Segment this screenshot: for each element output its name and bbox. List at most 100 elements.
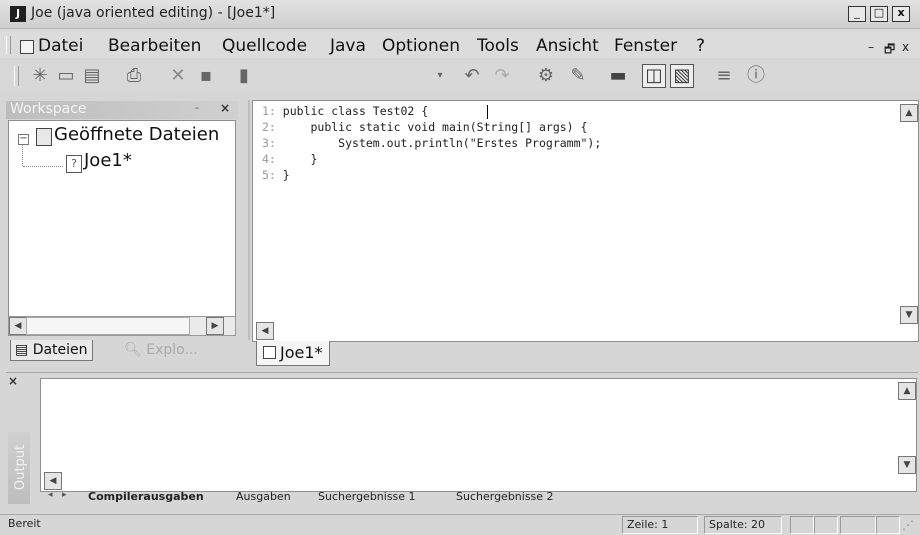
tree-item-joe1[interactable]: Joe1*	[84, 150, 132, 171]
scroll-thumb[interactable]	[26, 317, 190, 335]
scroll-up-button[interactable]: ▲	[898, 382, 916, 400]
code-text: public static void main(String[] args) {	[282, 120, 588, 134]
mdi-minimize-button[interactable]: –	[868, 40, 874, 54]
close-button[interactable]: x	[892, 6, 910, 22]
open-folder-icon[interactable]: ▭	[54, 64, 78, 88]
text-caret	[487, 105, 488, 119]
tab-dateien[interactable]: ▤ Dateien	[10, 340, 93, 361]
scroll-down-button[interactable]: ▼	[900, 306, 918, 324]
save-icon[interactable]: ▤	[80, 64, 104, 88]
tree-root-label[interactable]: Geöffnete Dateien	[54, 124, 234, 145]
editor-tab-joe1[interactable]: Joe1*	[256, 341, 330, 366]
toolbar-grip[interactable]	[14, 66, 19, 86]
code-line: 4: }	[262, 152, 317, 166]
tab-compilerausgaben[interactable]: Compilerausgaben	[88, 488, 204, 506]
menu-grip[interactable]	[6, 36, 11, 54]
line-number: 3:	[262, 136, 276, 150]
open-files-icon	[36, 128, 52, 146]
workspace-title: Workspace	[10, 101, 87, 117]
scroll-right-button[interactable]: ▶	[206, 317, 224, 335]
code-text: }	[282, 152, 318, 166]
new-file-icon[interactable]: ✳	[28, 64, 52, 88]
collapse-icon[interactable]: −	[18, 134, 29, 145]
tree-connector	[22, 144, 24, 166]
line-number: 5:	[262, 168, 276, 182]
code-line: 3: System.out.println("Erstes Programm")…	[262, 136, 601, 150]
tree-connector	[23, 166, 63, 168]
status-bar	[0, 514, 920, 535]
menu-bearbeiten[interactable]: Bearbeiten	[108, 36, 201, 56]
status-cell	[876, 516, 900, 534]
menu-help[interactable]: ?	[696, 36, 705, 56]
tab-suchergebnisse-2[interactable]: Suchergebnisse 2	[456, 488, 554, 506]
copy-icon[interactable]: ▪	[194, 64, 218, 88]
workspace-close-button[interactable]: ×	[220, 101, 230, 115]
pin-icon[interactable]: ‐	[195, 101, 199, 114]
brush-icon[interactable]: ✎	[566, 64, 590, 88]
maximize-button[interactable]: □	[870, 6, 888, 22]
resize-grip-icon[interactable]: ⋰	[902, 518, 914, 532]
dropdown-icon[interactable]: ▾	[428, 64, 452, 88]
tab-explorer[interactable]: 🔍︎ Explo...	[120, 340, 202, 360]
menu-fenster[interactable]: Fenster	[614, 36, 677, 56]
status-cell	[814, 516, 838, 534]
unknown-file-icon: ?	[66, 155, 82, 173]
scroll-left-button[interactable]: ◀	[9, 317, 27, 335]
mdi-close-button[interactable]: x	[902, 40, 909, 54]
tab-scroll-right-icon[interactable]: ▸	[62, 490, 67, 500]
code-line: 1: public class Test02 {	[262, 104, 428, 118]
output-title: Output	[13, 444, 29, 491]
scroll-down-button[interactable]: ▼	[898, 456, 916, 474]
image-icon[interactable]: ▧	[670, 64, 694, 88]
line-indicator: Zeile: 1	[622, 516, 698, 534]
settings-icon[interactable]: ⚙	[534, 64, 558, 88]
column-indicator: Spalte: 20	[704, 516, 782, 534]
menu-ansicht[interactable]: Ansicht	[536, 36, 599, 56]
minimize-button[interactable]: _	[848, 6, 866, 22]
scroll-left-button[interactable]: ◀	[256, 322, 274, 340]
menu-datei[interactable]: Datei	[38, 36, 83, 56]
paste-icon[interactable]: ▮	[232, 64, 256, 88]
code-text: System.out.println("Erstes Programm");	[282, 136, 602, 150]
delete-icon[interactable]: ✕	[166, 64, 190, 88]
output-text-area[interactable]	[40, 378, 917, 492]
redo-icon[interactable]: ↷	[490, 64, 514, 88]
print-icon[interactable]: ⎙	[122, 64, 146, 88]
line-number: 4:	[262, 152, 276, 166]
document-icon	[263, 346, 276, 359]
tab-scroll-left-icon[interactable]: ◂	[48, 490, 53, 500]
scroll-left-button[interactable]: ◀	[44, 472, 62, 490]
code-text: public class Test02 {	[282, 104, 429, 118]
status-cell	[840, 516, 876, 534]
output-close-button[interactable]: ×	[8, 374, 18, 388]
code-line: 5: }	[262, 168, 290, 182]
code-text: }	[282, 168, 290, 182]
splitter[interactable]	[248, 100, 250, 340]
menu-tools[interactable]: Tools	[477, 36, 519, 56]
code-line: 2: public static void main(String[] args…	[262, 120, 587, 134]
editor-tab-label: Joe1*	[280, 343, 323, 362]
list-icon[interactable]: ≡	[712, 64, 736, 88]
files-icon: ▤	[15, 342, 33, 358]
mdi-restore-button[interactable]: 🗗	[884, 40, 895, 61]
info-icon[interactable]: ⓘ	[744, 64, 768, 88]
monitor-icon[interactable]: ▬	[606, 64, 630, 88]
app-icon: J	[10, 6, 26, 22]
menu-java[interactable]: Java	[330, 36, 366, 56]
line-number: 1:	[262, 104, 276, 118]
status-cell	[790, 516, 814, 534]
menu-quellcode[interactable]: Quellcode	[222, 36, 307, 56]
menu-optionen[interactable]: Optionen	[382, 36, 460, 56]
tab-ausgaben[interactable]: Ausgaben	[236, 488, 291, 506]
tab-suchergebnisse-1[interactable]: Suchergebnisse 1	[318, 488, 416, 506]
scroll-up-button[interactable]: ▲	[900, 104, 918, 122]
status-text: Bereit	[8, 517, 41, 530]
document-icon[interactable]	[20, 40, 34, 54]
panel-icon[interactable]: ◫	[642, 64, 666, 88]
tab-explorer-label: Explo...	[146, 342, 198, 358]
window-title: Joe (java oriented editing) - [Joe1*]	[31, 5, 276, 21]
undo-icon[interactable]: ↶	[460, 64, 484, 88]
tab-dateien-label: Dateien	[32, 342, 88, 358]
line-number: 2:	[262, 120, 276, 134]
explorer-icon: 🔍︎	[124, 342, 147, 358]
